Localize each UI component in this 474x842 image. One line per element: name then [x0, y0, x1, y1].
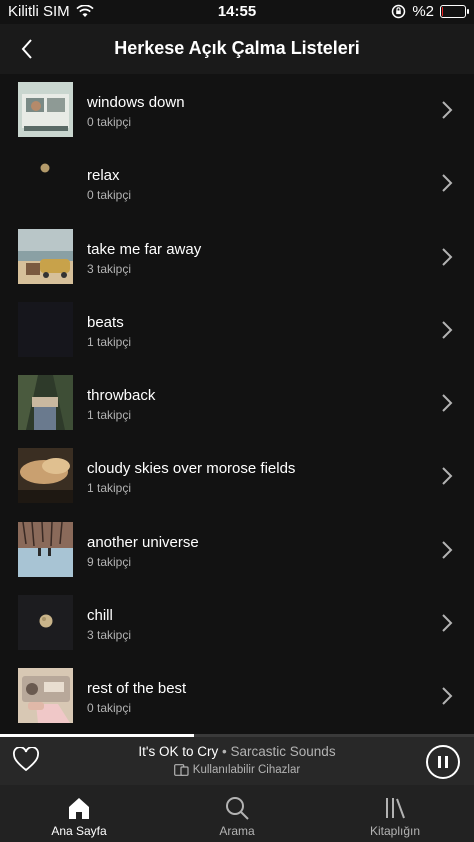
pause-icon-bar	[445, 756, 448, 768]
page-header: Herkese Açık Çalma Listeleri	[0, 24, 474, 74]
playlist-followers: 0 takipçi	[87, 115, 132, 129]
tab-library-label: Kitaplığın	[369, 824, 421, 838]
tab-home-label: Ana Sayfa	[51, 824, 107, 838]
tab-home[interactable]: Ana Sayfa	[0, 785, 158, 842]
track-separator: •	[222, 744, 227, 759]
devices-label: Kullanılabilir Cihazlar	[192, 764, 301, 776]
battery-percent: %2	[412, 3, 434, 20]
playlist-row-throwback[interactable]: throwback 1 takipçi	[0, 367, 474, 440]
playlist-row-another-universe[interactable]: another universe 9 takipçi	[0, 514, 474, 587]
chevron-right-icon	[442, 101, 453, 119]
playlist-row-chill[interactable]: chill 3 takipçi	[0, 587, 474, 660]
chevron-right-icon	[442, 467, 453, 486]
playlist-name: beats	[87, 313, 124, 331]
chevron-right-icon	[442, 174, 453, 193]
playlist-cover	[18, 668, 73, 724]
playlist-cover	[18, 82, 73, 137]
pause-icon	[438, 756, 441, 768]
mini-player[interactable]: It's OK to Cry • Sarcastic Sounds Kullan…	[0, 737, 474, 785]
playlist-row-take-me-far-away[interactable]: take me far away 3 takipçi	[0, 221, 474, 294]
chevron-right-icon	[442, 247, 453, 266]
devices-link[interactable]: Kullanılabilir Cihazlar	[0, 764, 474, 776]
playlist-name: relax	[87, 167, 120, 185]
status-right: %2	[391, 3, 469, 20]
playlist-row-rest-of-the-best[interactable]: rest of the best 0 takipçi	[0, 660, 474, 733]
playlist-followers: 3 takipçi	[87, 628, 132, 643]
now-playing-track: It's OK to Cry • Sarcastic Sounds	[0, 744, 474, 759]
playlist-followers: 1 takipçi	[87, 481, 132, 496]
playlist-cover	[18, 595, 73, 651]
pause-button[interactable]	[426, 745, 460, 779]
library-icon	[386, 798, 405, 819]
tab-search-label: Arama	[219, 824, 255, 838]
playlist-followers: 1 takipçi	[87, 334, 132, 349]
playlist-name: throwback	[87, 387, 156, 405]
devices-icon	[173, 764, 189, 776]
chevron-right-icon	[442, 394, 453, 412]
orientation-lock-icon	[392, 4, 406, 19]
playlist-cover	[18, 301, 73, 357]
playlist-followers: 0 takipçi	[87, 701, 132, 716]
tab-library[interactable]: Kitaplığın	[316, 785, 474, 842]
chevron-right-icon	[442, 614, 453, 632]
chevron-right-icon	[442, 321, 453, 339]
playlist-followers: 9 takipçi	[87, 554, 132, 569]
playlist-row-cloudy-skies[interactable]: cloudy skies over morose fields 1 takipç…	[0, 440, 474, 513]
playlist-row-windows-down[interactable]: windows down 0 takipçi	[0, 74, 474, 147]
home-icon	[69, 798, 89, 819]
track-title: It's OK to Cry	[138, 744, 219, 759]
page-title: Herkese Açık Çalma Listeleri	[114, 38, 360, 58]
playlist-followers: 1 takipçi	[87, 408, 132, 423]
playlist-name: another universe	[87, 533, 199, 551]
status-bar: Kilitli SIM 14:55 %2	[0, 0, 474, 24]
playlist-followers: 0 takipçi	[87, 188, 132, 203]
playlist-name: rest of the best	[87, 680, 187, 698]
playlist-cover	[18, 375, 73, 431]
playlist-row-beats[interactable]: beats 1 takipçi	[0, 294, 474, 367]
track-artist: Sarcastic Sounds	[230, 744, 336, 759]
tab-bar: Ana Sayfa Arama Kitaplığın	[0, 785, 474, 842]
search-icon	[226, 797, 249, 820]
playlist-name: chill	[87, 607, 113, 625]
playlist-name: cloudy skies over morose fields	[87, 460, 296, 478]
battery-icon	[440, 5, 469, 18]
playlist-name: windows down	[87, 94, 185, 111]
playlist-row-relax[interactable]: relax 0 takipçi	[0, 147, 474, 220]
playlist-cover	[18, 521, 73, 577]
tab-search[interactable]: Arama	[158, 785, 316, 842]
chevron-right-icon	[442, 687, 453, 706]
playlist-cover	[18, 228, 73, 284]
playlist-followers: 3 takipçi	[87, 261, 132, 276]
playlist-name: take me far away	[87, 240, 202, 258]
chevron-right-icon	[442, 541, 453, 559]
playlist-cover	[18, 155, 73, 211]
playlist-list: windows down 0 takipçi relax 0 takipçi t…	[0, 74, 474, 734]
playlist-cover	[18, 448, 73, 504]
